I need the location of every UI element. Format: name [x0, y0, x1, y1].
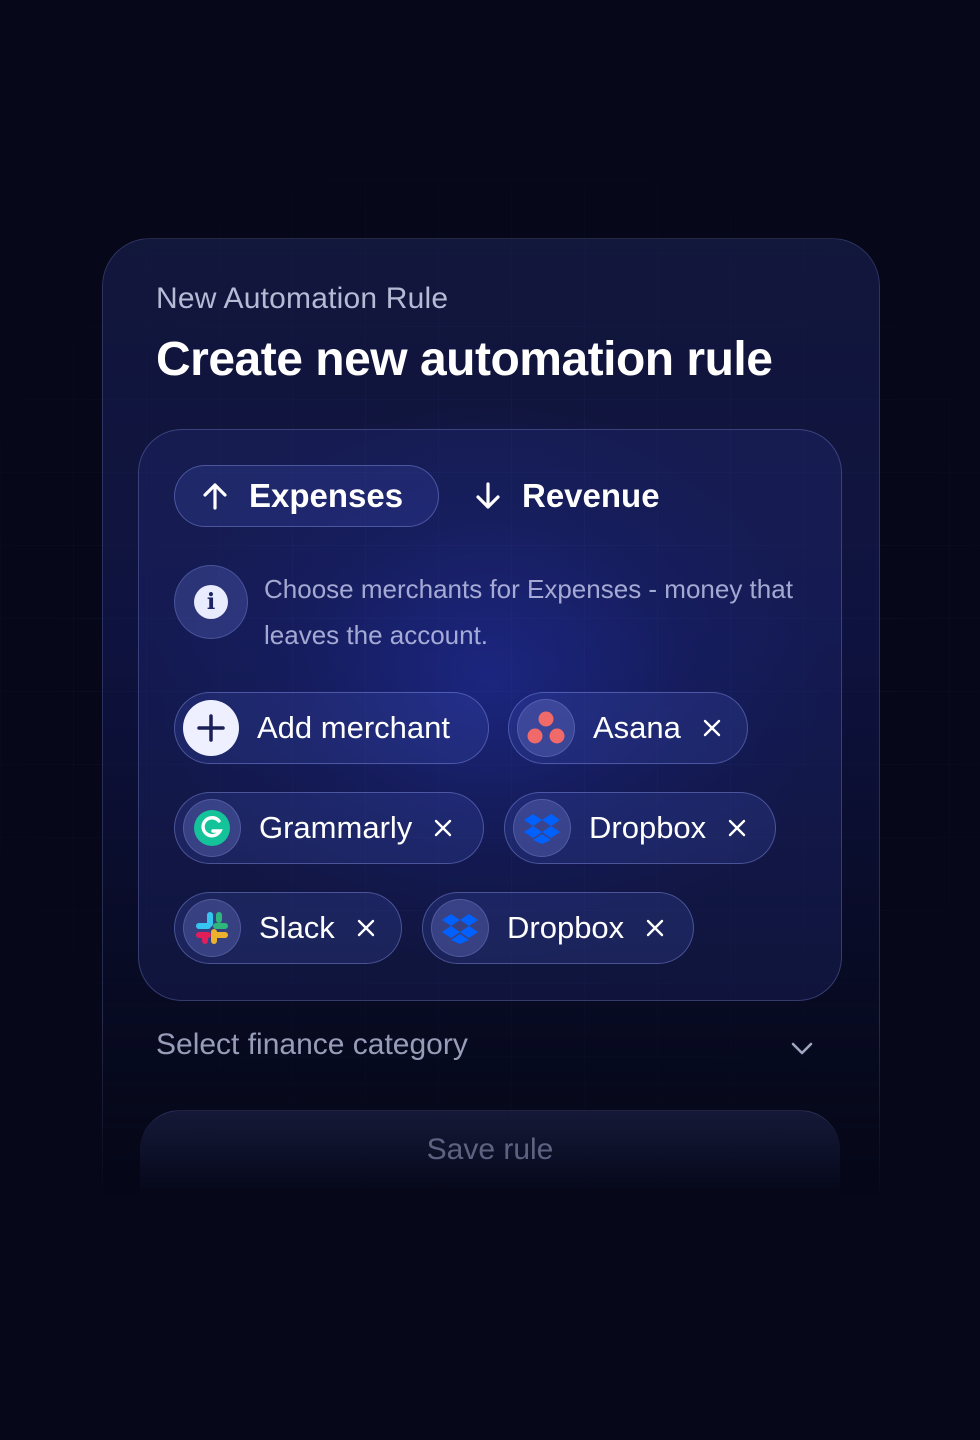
close-icon: [357, 919, 375, 937]
add-merchant-button[interactable]: Add merchant: [174, 692, 489, 764]
grammarly-logo-icon: [183, 799, 241, 857]
tab-expenses-label: Expenses: [249, 477, 404, 514]
info-icon: i: [174, 565, 248, 639]
merchant-label: Asana: [593, 710, 681, 745]
merchant-chip-asana[interactable]: Asana: [508, 692, 748, 764]
merchant-chip-slack[interactable]: Slack: [174, 892, 402, 964]
merchant-label: Grammarly: [259, 810, 413, 845]
merchant-label: Slack: [259, 910, 335, 945]
remove-dropbox-2-button[interactable]: [646, 919, 664, 937]
slack-logo-icon: [183, 899, 241, 957]
chevron-down-icon[interactable]: [790, 1038, 814, 1058]
tab-revenue-label: Revenue: [522, 477, 660, 514]
close-icon: [728, 819, 746, 837]
card-eyebrow: New Automation Rule: [156, 282, 449, 315]
close-icon: [646, 919, 664, 937]
close-icon: [703, 719, 721, 737]
finance-category-select[interactable]: Select finance category: [156, 1028, 816, 1062]
tab-revenue[interactable]: Revenue: [474, 465, 660, 527]
merchant-label: Dropbox: [507, 910, 625, 945]
dropbox-logo-icon: [513, 799, 571, 857]
merchant-chip-dropbox[interactable]: Dropbox: [504, 792, 776, 864]
remove-grammarly-button[interactable]: [434, 819, 452, 837]
info-text: Choose merchants for Expenses - money th…: [264, 574, 793, 650]
merchant-chip-dropbox-2[interactable]: Dropbox: [422, 892, 694, 964]
close-icon: [435, 819, 452, 837]
add-merchant-label: Add merchant: [257, 710, 450, 745]
merchant-chip-grammarly[interactable]: Grammarly: [174, 792, 484, 864]
remove-asana-button[interactable]: [703, 719, 721, 737]
save-rule-label: Save rule: [426, 1133, 554, 1166]
page-title: Create new automation rule: [156, 333, 773, 386]
tab-expenses[interactable]: Expenses: [174, 465, 439, 527]
dropbox-logo-icon: [431, 899, 489, 957]
merchant-label: Dropbox: [589, 810, 707, 845]
arrow-up-icon: [203, 483, 227, 510]
plus-icon: [183, 700, 239, 756]
asana-logo-icon: [517, 699, 575, 757]
arrow-down-icon: [476, 482, 500, 509]
remove-dropbox-button[interactable]: [728, 819, 746, 837]
remove-slack-button[interactable]: [357, 919, 375, 937]
save-rule-button[interactable]: Save rule: [140, 1110, 840, 1200]
